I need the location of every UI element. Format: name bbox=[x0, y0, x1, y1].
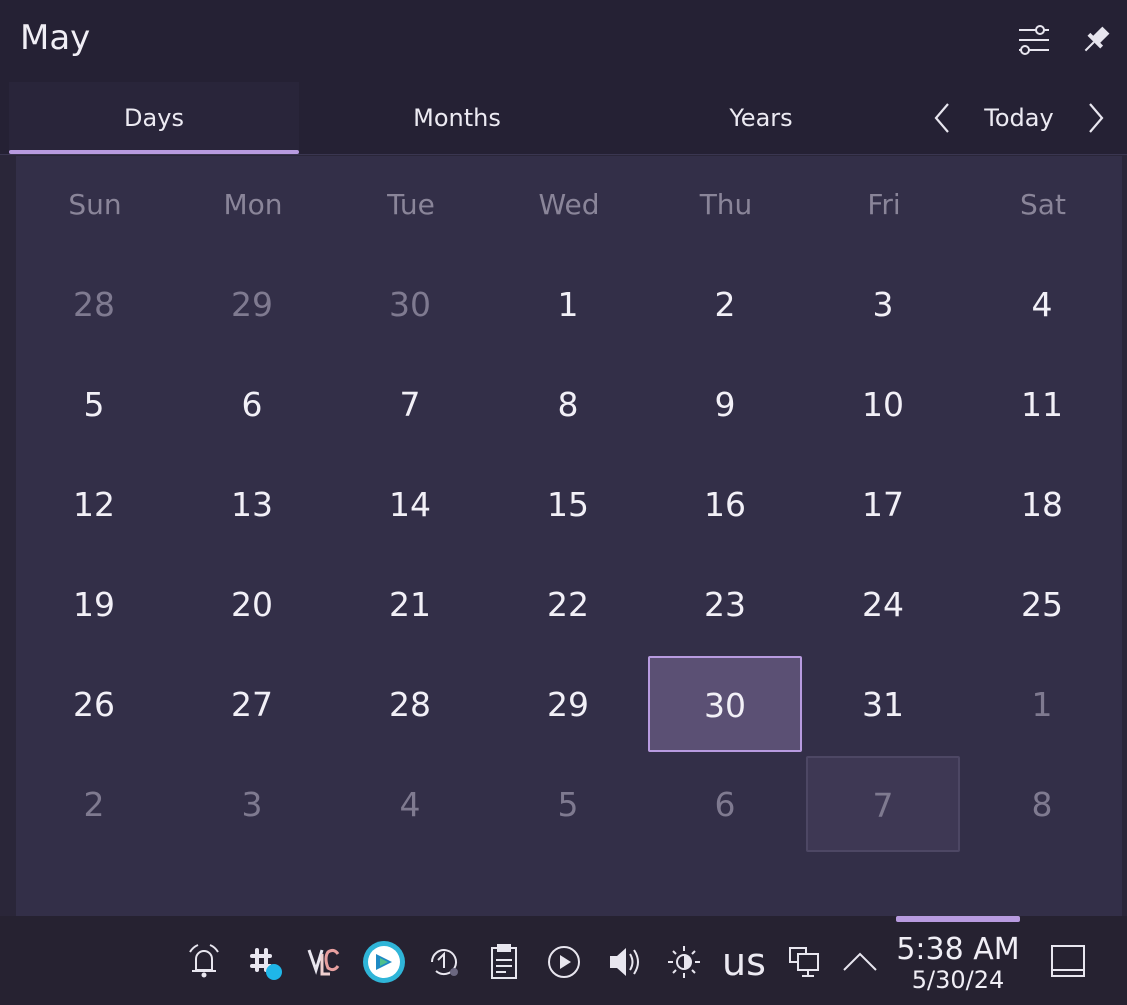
day-cell[interactable]: 18 bbox=[965, 456, 1119, 552]
day-cell-adjacent-month[interactable]: 30 bbox=[333, 256, 487, 352]
day-cell[interactable]: 6 bbox=[175, 356, 329, 452]
weekday-label: Fri bbox=[867, 188, 901, 221]
day-cell[interactable]: 5 bbox=[17, 356, 171, 452]
weekday-label: Thu bbox=[699, 188, 753, 221]
brightness-icon[interactable] bbox=[664, 940, 704, 984]
day-cell[interactable]: 8 bbox=[491, 356, 645, 452]
vlc-icon[interactable] bbox=[304, 940, 344, 984]
update-icon[interactable] bbox=[424, 940, 464, 984]
day-cell[interactable]: 28 bbox=[333, 656, 487, 752]
day-cell[interactable]: 17 bbox=[806, 456, 960, 552]
network-icon[interactable] bbox=[784, 940, 824, 984]
day-cell[interactable]: 31 bbox=[806, 656, 960, 752]
weekday-label: Wed bbox=[538, 188, 600, 221]
day-cell-adjacent-month[interactable]: 7 bbox=[806, 756, 960, 852]
day-cell[interactable]: 27 bbox=[175, 656, 329, 752]
clock-time: 5:38 AM bbox=[896, 932, 1020, 967]
weekday-label: Sun bbox=[68, 188, 122, 221]
notifications-bell-icon[interactable] bbox=[184, 940, 224, 984]
day-cell[interactable]: 26 bbox=[17, 656, 171, 752]
calendar-header: May bbox=[0, 0, 1127, 82]
expand-tray-chevron-icon[interactable] bbox=[840, 940, 880, 984]
month-title: May bbox=[20, 18, 91, 58]
day-cell-today[interactable]: 30 bbox=[648, 656, 802, 752]
weekday-label: Sat bbox=[1020, 188, 1066, 221]
pin-icon[interactable] bbox=[1078, 22, 1114, 58]
media-player-icon[interactable] bbox=[544, 940, 584, 984]
configure-sliders-icon[interactable] bbox=[1016, 22, 1052, 58]
today-button[interactable]: Today bbox=[975, 82, 1063, 154]
next-month-chevron-icon[interactable] bbox=[1080, 100, 1110, 136]
day-cell-adjacent-month[interactable]: 4 bbox=[333, 756, 487, 852]
day-cell[interactable]: 21 bbox=[333, 556, 487, 652]
day-cell[interactable]: 25 bbox=[965, 556, 1119, 652]
day-cell[interactable]: 9 bbox=[648, 356, 802, 452]
previous-month-chevron-icon[interactable] bbox=[928, 100, 958, 136]
day-cell[interactable]: 12 bbox=[17, 456, 171, 552]
digital-clock[interactable]: 5:38 AM 5/30/24 bbox=[896, 916, 1020, 1005]
day-cell-adjacent-month[interactable]: 5 bbox=[491, 756, 645, 852]
day-cell-adjacent-month[interactable]: 28 bbox=[17, 256, 171, 352]
day-cell[interactable]: 11 bbox=[965, 356, 1119, 452]
slack-icon[interactable] bbox=[244, 940, 284, 984]
day-cell-adjacent-month[interactable]: 2 bbox=[17, 756, 171, 852]
day-cell[interactable]: 29 bbox=[491, 656, 645, 752]
tab-years[interactable]: Years bbox=[609, 82, 913, 154]
day-cell[interactable]: 14 bbox=[333, 456, 487, 552]
day-cell[interactable]: 4 bbox=[965, 256, 1119, 352]
day-cell[interactable]: 23 bbox=[648, 556, 802, 652]
day-cell[interactable]: 1 bbox=[491, 256, 645, 352]
day-cell[interactable]: 13 bbox=[175, 456, 329, 552]
volume-icon[interactable] bbox=[604, 940, 644, 984]
keyboard-layout-indicator[interactable]: us bbox=[722, 940, 766, 984]
day-cell[interactable]: 22 bbox=[491, 556, 645, 652]
weekday-label: Mon bbox=[223, 188, 283, 221]
weekday-label: Tue bbox=[387, 188, 435, 221]
clipboard-icon[interactable] bbox=[484, 940, 524, 984]
day-cell-adjacent-month[interactable]: 8 bbox=[965, 756, 1119, 852]
tab-months[interactable]: Months bbox=[305, 82, 609, 154]
day-cell[interactable]: 10 bbox=[806, 356, 960, 452]
tab-days[interactable]: Days bbox=[9, 82, 299, 154]
day-cell[interactable]: 24 bbox=[806, 556, 960, 652]
day-cell-adjacent-month[interactable]: 3 bbox=[175, 756, 329, 852]
show-desktop-icon[interactable] bbox=[1046, 940, 1090, 984]
day-cell-adjacent-month[interactable]: 6 bbox=[648, 756, 802, 852]
clock-active-indicator bbox=[896, 916, 1020, 922]
remote-desktop-icon[interactable] bbox=[362, 940, 405, 984]
day-cell-adjacent-month[interactable]: 29 bbox=[175, 256, 329, 352]
calendar-grid: Sun Mon Tue Wed Thu Fri Sat 28 29 30 1 2 3 4 5 6… bbox=[16, 156, 1122, 916]
day-cell[interactable]: 15 bbox=[491, 456, 645, 552]
day-cell[interactable]: 16 bbox=[648, 456, 802, 552]
day-cell-adjacent-month[interactable]: 1 bbox=[965, 656, 1119, 752]
day-cell[interactable]: 2 bbox=[648, 256, 802, 352]
day-cell[interactable]: 3 bbox=[806, 256, 960, 352]
clock-date: 5/30/24 bbox=[911, 966, 1005, 994]
day-cell[interactable]: 7 bbox=[333, 356, 487, 452]
day-cell[interactable]: 20 bbox=[175, 556, 329, 652]
day-cell[interactable]: 19 bbox=[17, 556, 171, 652]
